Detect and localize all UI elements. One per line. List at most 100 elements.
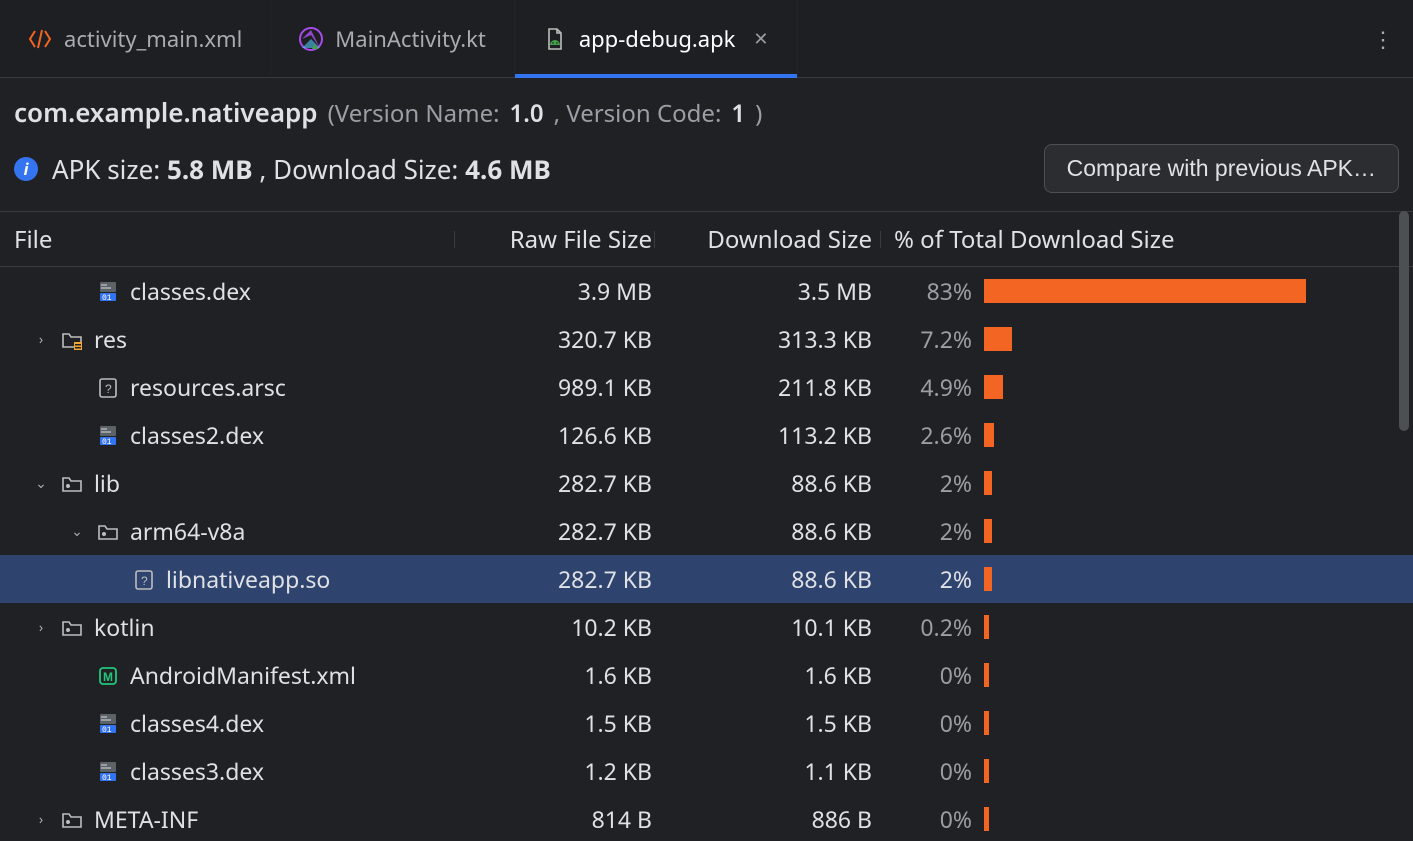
table-row[interactable]: › 01 classes.dex3.9 MB3.5 MB83% bbox=[0, 267, 1413, 315]
bar-fill bbox=[984, 615, 989, 639]
cell-file: › 01 classes3.dex bbox=[0, 755, 460, 787]
editor-tab[interactable]: MainActivity.kt bbox=[271, 0, 515, 77]
cell-file: ⌄ lib bbox=[0, 467, 460, 499]
cell-pct: 0.2% bbox=[880, 611, 980, 643]
apk-summary: com.example.nativeapp (Version Name: 1.0… bbox=[0, 78, 1413, 211]
bar-fill bbox=[984, 471, 992, 495]
cell-file: › kotlin bbox=[0, 611, 460, 643]
editor-tab[interactable]: app-debug.apk ✕ bbox=[515, 0, 798, 77]
tab-label: MainActivity.kt bbox=[335, 24, 486, 54]
file-name: AndroidManifest.xml bbox=[130, 659, 356, 691]
apk-size-label: APK size: bbox=[52, 151, 160, 187]
cell-download-size: 313.3 KB bbox=[660, 323, 880, 355]
cell-file: › 01 classes4.dex bbox=[0, 707, 460, 739]
close-paren: ) bbox=[755, 97, 762, 130]
folder-dot-icon bbox=[96, 519, 120, 543]
table-row[interactable]: › 01 classes2.dex126.6 KB113.2 KB2.6% bbox=[0, 411, 1413, 459]
cell-bar bbox=[980, 372, 1413, 402]
cell-raw-size: 320.7 KB bbox=[460, 323, 660, 355]
cell-bar bbox=[980, 468, 1413, 498]
cell-file: › M AndroidManifest.xml bbox=[0, 659, 460, 691]
table-row[interactable]: › kotlin10.2 KB10.1 KB0.2% bbox=[0, 603, 1413, 651]
chevron-right-icon[interactable]: › bbox=[32, 618, 50, 637]
table-row[interactable]: › res320.7 KB313.3 KB7.2% bbox=[0, 315, 1413, 363]
version-code-label: , Version Code: bbox=[554, 97, 722, 130]
bar-fill bbox=[984, 327, 1012, 351]
col-file[interactable]: File bbox=[0, 223, 460, 256]
table-row[interactable]: › M AndroidManifest.xml1.6 KB1.6 KB0% bbox=[0, 651, 1413, 699]
chevron-right-icon[interactable]: › bbox=[32, 810, 50, 829]
kt-file-icon bbox=[299, 27, 323, 51]
svg-text:?: ? bbox=[105, 382, 112, 396]
package-id: com.example.nativeapp bbox=[14, 94, 318, 130]
package-line: com.example.nativeapp (Version Name: 1.0… bbox=[14, 90, 1399, 140]
file-name: kotlin bbox=[94, 611, 155, 643]
close-tab-icon[interactable]: ✕ bbox=[753, 27, 768, 51]
cell-raw-size: 282.7 KB bbox=[460, 563, 660, 595]
cell-file: › META-INF bbox=[0, 803, 460, 835]
cell-file: › 01 classes2.dex bbox=[0, 419, 460, 451]
file-name: classes2.dex bbox=[130, 419, 264, 451]
col-dl-size[interactable]: Download Size bbox=[660, 223, 880, 256]
cell-file: ⌄ arm64-v8a bbox=[0, 515, 460, 547]
col-raw-size[interactable]: Raw File Size bbox=[460, 223, 660, 256]
file-name: libnativeapp.so bbox=[166, 563, 330, 595]
cell-pct: 0% bbox=[880, 659, 980, 691]
scrollbar-thumb[interactable] bbox=[1399, 211, 1409, 431]
editor-tabstrip: activity_main.xml MainActivity.kt app-de… bbox=[0, 0, 1413, 78]
chevron-down-icon[interactable]: ⌄ bbox=[68, 522, 86, 541]
cell-bar bbox=[980, 756, 1413, 786]
table-row[interactable]: › ? libnativeapp.so282.7 KB88.6 KB2% bbox=[0, 555, 1413, 603]
apk-size-value: 5.8 MB bbox=[167, 151, 253, 187]
cell-raw-size: 282.7 KB bbox=[460, 515, 660, 547]
table-row[interactable]: ⌄ arm64-v8a282.7 KB88.6 KB2% bbox=[0, 507, 1413, 555]
folder-icon bbox=[60, 327, 84, 351]
cell-download-size: 886 B bbox=[660, 803, 880, 835]
download-size-label: , Download Size: bbox=[259, 151, 458, 187]
table-row[interactable]: ⌄ lib282.7 KB88.6 KB2% bbox=[0, 459, 1413, 507]
cell-pct: 4.9% bbox=[880, 371, 980, 403]
cell-download-size: 88.6 KB bbox=[660, 467, 880, 499]
cell-download-size: 88.6 KB bbox=[660, 563, 880, 595]
editor-tab[interactable]: activity_main.xml bbox=[0, 0, 271, 77]
table-body: › 01 classes.dex3.9 MB3.5 MB83%› res320.… bbox=[0, 267, 1413, 841]
cell-raw-size: 814 B bbox=[460, 803, 660, 835]
chevron-right-icon[interactable]: › bbox=[32, 330, 50, 349]
cell-download-size: 1.1 KB bbox=[660, 755, 880, 787]
cell-bar bbox=[980, 708, 1413, 738]
col-pct[interactable]: % of Total Download Size bbox=[880, 223, 1413, 256]
file-name: resources.arsc bbox=[130, 371, 286, 403]
cell-download-size: 88.6 KB bbox=[660, 515, 880, 547]
kebab-icon: ⋮ bbox=[1372, 24, 1394, 54]
dex-icon: 01 bbox=[96, 759, 120, 783]
table-row[interactable]: › ? resources.arsc989.1 KB211.8 KB4.9% bbox=[0, 363, 1413, 411]
compare-apk-button[interactable]: Compare with previous APK… bbox=[1044, 144, 1399, 193]
table-row[interactable]: › 01 classes4.dex1.5 KB1.5 KB0% bbox=[0, 699, 1413, 747]
scrollbar[interactable] bbox=[1395, 211, 1409, 841]
chevron-down-icon[interactable]: ⌄ bbox=[32, 474, 50, 493]
cell-download-size: 113.2 KB bbox=[660, 419, 880, 451]
size-text: APK size: 5.8 MB , Download Size: 4.6 MB bbox=[52, 151, 551, 187]
folder-dot-icon bbox=[60, 807, 84, 831]
cell-bar bbox=[980, 516, 1413, 546]
cell-bar bbox=[980, 420, 1413, 450]
bar-fill bbox=[984, 375, 1003, 399]
file-name: classes4.dex bbox=[130, 707, 264, 739]
tabs-overflow-menu[interactable]: ⋮ bbox=[1353, 0, 1413, 77]
table-row[interactable]: › META-INF814 B886 B0% bbox=[0, 795, 1413, 841]
file-name: lib bbox=[94, 467, 120, 499]
tab-label: app-debug.apk bbox=[579, 24, 736, 54]
table-row[interactable]: › 01 classes3.dex1.2 KB1.1 KB0% bbox=[0, 747, 1413, 795]
cell-download-size: 1.6 KB bbox=[660, 659, 880, 691]
download-size-value: 4.6 MB bbox=[465, 151, 551, 187]
version-name: 1.0 bbox=[510, 97, 544, 130]
version-code: 1 bbox=[731, 97, 745, 130]
cell-pct: 2% bbox=[880, 563, 980, 595]
svg-text:M: M bbox=[103, 670, 113, 684]
cell-raw-size: 10.2 KB bbox=[460, 611, 660, 643]
folder-dot-icon bbox=[60, 615, 84, 639]
bar-fill bbox=[984, 519, 992, 543]
cell-file: › res bbox=[0, 323, 460, 355]
dex-icon: 01 bbox=[96, 711, 120, 735]
bar-fill bbox=[984, 711, 989, 735]
